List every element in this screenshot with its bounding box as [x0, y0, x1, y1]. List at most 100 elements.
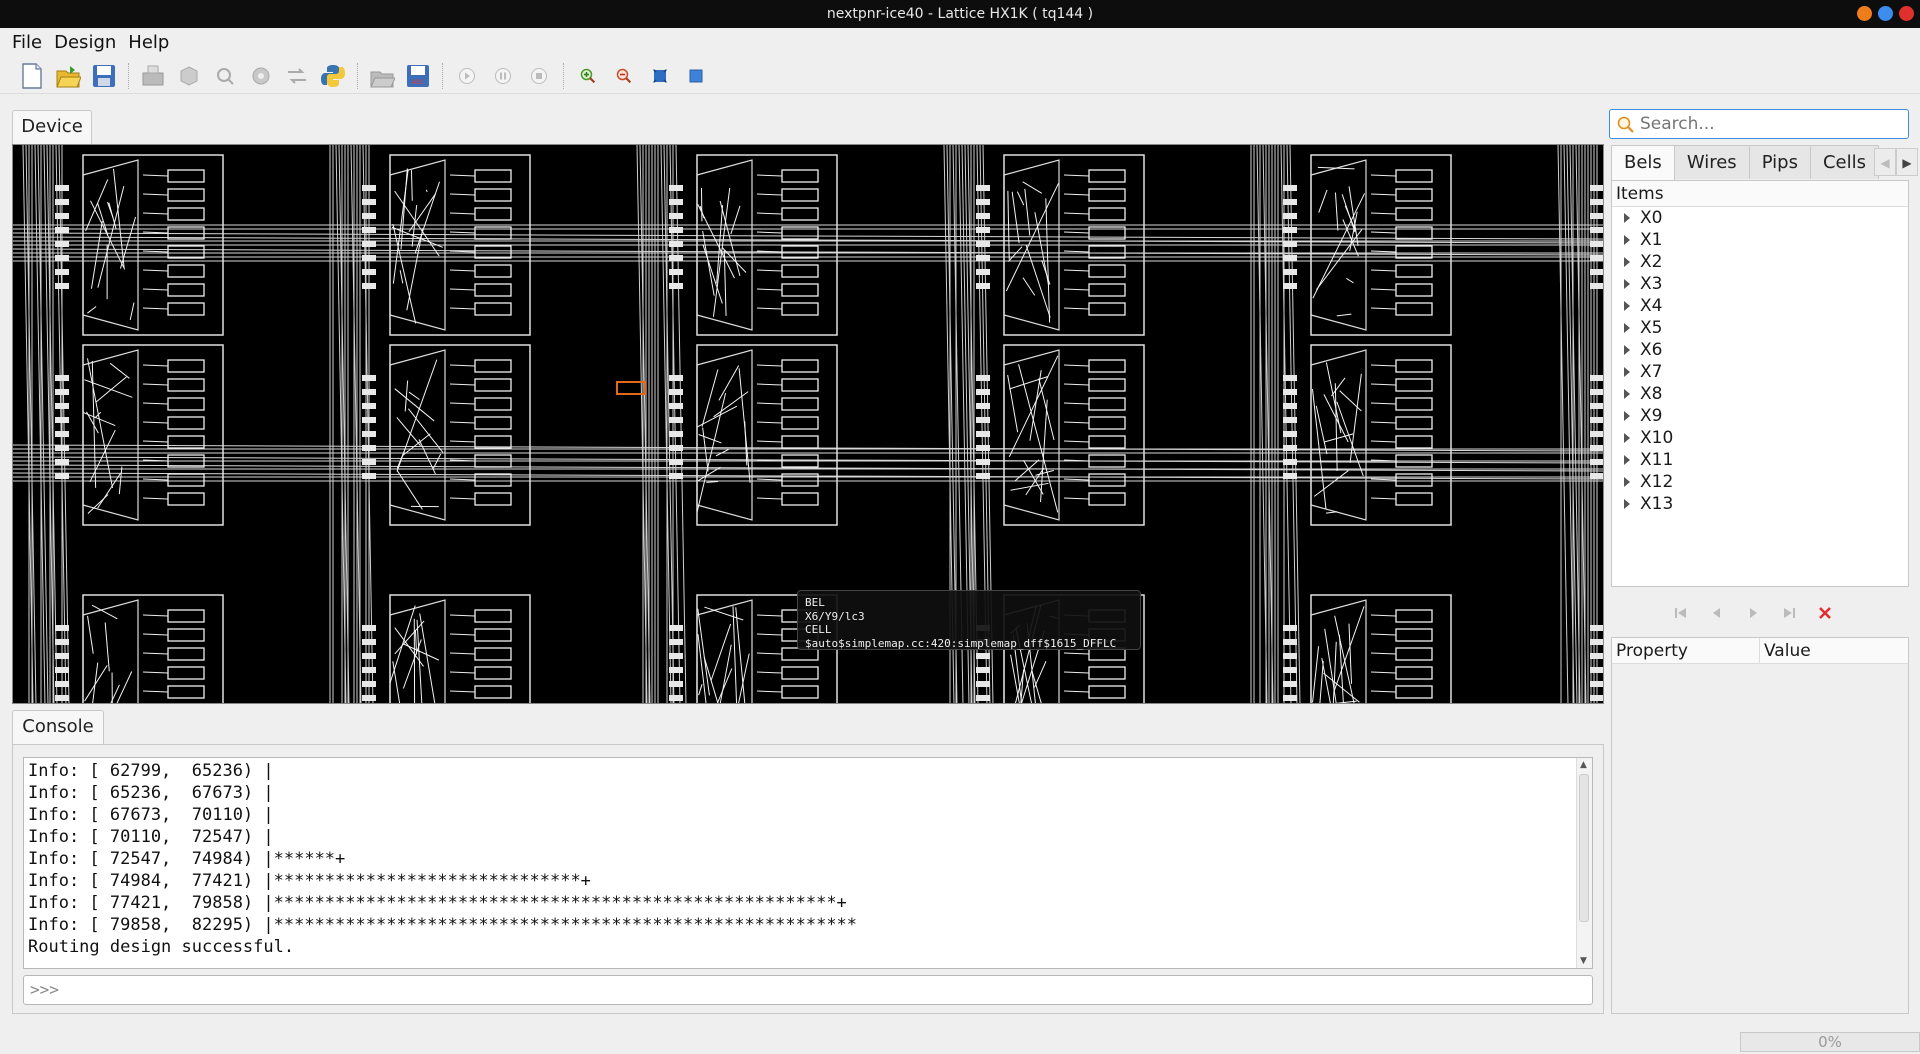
- expand-arrow-icon[interactable]: [1624, 301, 1630, 311]
- zoom-selected-button[interactable]: [678, 58, 714, 94]
- tree-item[interactable]: X4: [1612, 295, 1908, 317]
- tree-item[interactable]: X9: [1612, 405, 1908, 427]
- tree-item[interactable]: X5: [1612, 317, 1908, 339]
- log-line: Info: [ 77421, 79858) |*****************…: [28, 893, 847, 913]
- tab-console[interactable]: Console: [12, 710, 104, 744]
- expand-arrow-icon[interactable]: [1624, 235, 1630, 245]
- menu-file[interactable]: File: [6, 32, 48, 53]
- expand-arrow-icon[interactable]: [1624, 257, 1630, 267]
- tab-cells[interactable]: Cells: [1809, 145, 1879, 179]
- menu-help[interactable]: Help: [122, 32, 175, 53]
- clear-button[interactable]: [1814, 602, 1836, 624]
- item-tabs: Bels Wires Pips Cells: [1611, 145, 1879, 181]
- pause-icon: [495, 67, 511, 84]
- menu-design[interactable]: Design: [48, 32, 122, 53]
- tree-item[interactable]: X3: [1612, 273, 1908, 295]
- save-button[interactable]: [86, 58, 122, 94]
- scroll-down-icon[interactable]: ▼: [1580, 956, 1587, 966]
- pack-button[interactable]: [171, 58, 207, 94]
- tree-item-label: X7: [1640, 362, 1663, 382]
- zoom-in-button[interactable]: [570, 58, 606, 94]
- tree-item[interactable]: X11: [1612, 449, 1908, 471]
- first-button[interactable]: [1670, 602, 1692, 624]
- tab-device[interactable]: Device: [12, 110, 92, 144]
- tree-item[interactable]: X13: [1612, 493, 1908, 515]
- new-file-button[interactable]: [14, 58, 50, 94]
- scroll-up-icon[interactable]: ▲: [1580, 760, 1587, 770]
- tree-item-label: X8: [1640, 384, 1663, 404]
- tree-item-label: X5: [1640, 318, 1663, 338]
- expand-arrow-icon[interactable]: [1624, 455, 1630, 465]
- python-console-input[interactable]: >>>: [23, 975, 1593, 1005]
- scrollbar-thumb[interactable]: [1579, 774, 1589, 922]
- tree-item[interactable]: X10: [1612, 427, 1908, 449]
- new-file-icon: [22, 62, 42, 89]
- next-button[interactable]: [1742, 602, 1764, 624]
- open-button[interactable]: [50, 58, 86, 94]
- tab-bels[interactable]: Bels: [1611, 145, 1675, 181]
- place-button[interactable]: [207, 58, 243, 94]
- window-titlebar: nextpnr-ice40 - Lattice HX1K ( tq144 ): [0, 0, 1920, 28]
- property-header: Property Value: [1612, 638, 1908, 664]
- tree-item[interactable]: X0: [1612, 207, 1908, 229]
- expand-arrow-icon[interactable]: [1624, 367, 1630, 377]
- value-column-header[interactable]: Value: [1760, 638, 1811, 663]
- tree-item-label: X13: [1640, 494, 1674, 514]
- tab-pips[interactable]: Pips: [1748, 145, 1811, 179]
- tab-scroll-right-icon[interactable]: ▶: [1896, 148, 1918, 176]
- console-scrollbar[interactable]: ▲ ▼: [1576, 758, 1592, 968]
- play-button[interactable]: [449, 58, 485, 94]
- expand-arrow-icon[interactable]: [1624, 279, 1630, 289]
- property-column-header[interactable]: Property: [1612, 638, 1760, 663]
- save-asc-button[interactable]: ASC: [400, 58, 436, 94]
- search-box: [1609, 109, 1909, 139]
- maximize-button[interactable]: [1878, 6, 1893, 21]
- expand-arrow-icon[interactable]: [1624, 345, 1630, 355]
- log-line: Info: [ 67673, 70110) |: [28, 805, 274, 825]
- tree-item[interactable]: X7: [1612, 361, 1908, 383]
- stop-button[interactable]: [521, 58, 557, 94]
- open-pcf-button[interactable]: [364, 58, 400, 94]
- zoom-out-button[interactable]: [606, 58, 642, 94]
- prev-button[interactable]: [1706, 602, 1728, 624]
- expand-arrow-icon[interactable]: [1624, 499, 1630, 509]
- assign-budget-button[interactable]: [279, 58, 315, 94]
- assign-budget-icon: [288, 67, 306, 84]
- zoom-selected-icon: [689, 69, 703, 82]
- log-line: Info: [ 74984, 77421) |*****************…: [28, 871, 591, 891]
- search-input[interactable]: [1640, 112, 1904, 136]
- console-log[interactable]: Info: [ 62799, 65236) | Info: [ 65236, 6…: [23, 757, 1593, 969]
- tree-item-label: X12: [1640, 472, 1674, 492]
- tab-wires[interactable]: Wires: [1673, 145, 1750, 179]
- expand-arrow-icon[interactable]: [1624, 213, 1630, 223]
- tab-scroll-left-icon[interactable]: ◀: [1874, 148, 1896, 176]
- device-view[interactable]: BEL X6/Y9/lc3 CELL $auto$simplemap.cc:42…: [12, 144, 1604, 704]
- window-title: nextpnr-ice40 - Lattice HX1K ( tq144 ): [826, 6, 1094, 22]
- save-icon: [93, 64, 115, 87]
- last-button[interactable]: [1778, 602, 1800, 624]
- tree-item[interactable]: X2: [1612, 251, 1908, 273]
- expand-arrow-icon[interactable]: [1624, 323, 1630, 333]
- zoom-fit-icon: [651, 66, 669, 85]
- route-button[interactable]: [243, 58, 279, 94]
- tree-item[interactable]: X6: [1612, 339, 1908, 361]
- search-icon: [1617, 116, 1634, 133]
- tree-item[interactable]: X8: [1612, 383, 1908, 405]
- tree-item[interactable]: X1: [1612, 229, 1908, 251]
- log-line: Info: [ 62799, 65236) |: [28, 761, 274, 781]
- close-button[interactable]: [1899, 6, 1914, 21]
- toolbar-separator: [128, 62, 129, 89]
- expand-arrow-icon[interactable]: [1624, 389, 1630, 399]
- menubar: File Design Help: [0, 28, 1920, 56]
- pause-button[interactable]: [485, 58, 521, 94]
- expand-arrow-icon[interactable]: [1624, 477, 1630, 487]
- tree-item[interactable]: X12: [1612, 471, 1908, 493]
- expand-arrow-icon[interactable]: [1624, 411, 1630, 421]
- expand-arrow-icon[interactable]: [1624, 433, 1630, 443]
- python-script-button[interactable]: [315, 58, 351, 94]
- minimize-button[interactable]: [1857, 6, 1872, 21]
- load-json-button[interactable]: [135, 58, 171, 94]
- tab-scroll-arrows: ◀ ▶: [1874, 148, 1918, 176]
- open-pcf-icon: [370, 71, 395, 87]
- zoom-fit-button[interactable]: [642, 58, 678, 94]
